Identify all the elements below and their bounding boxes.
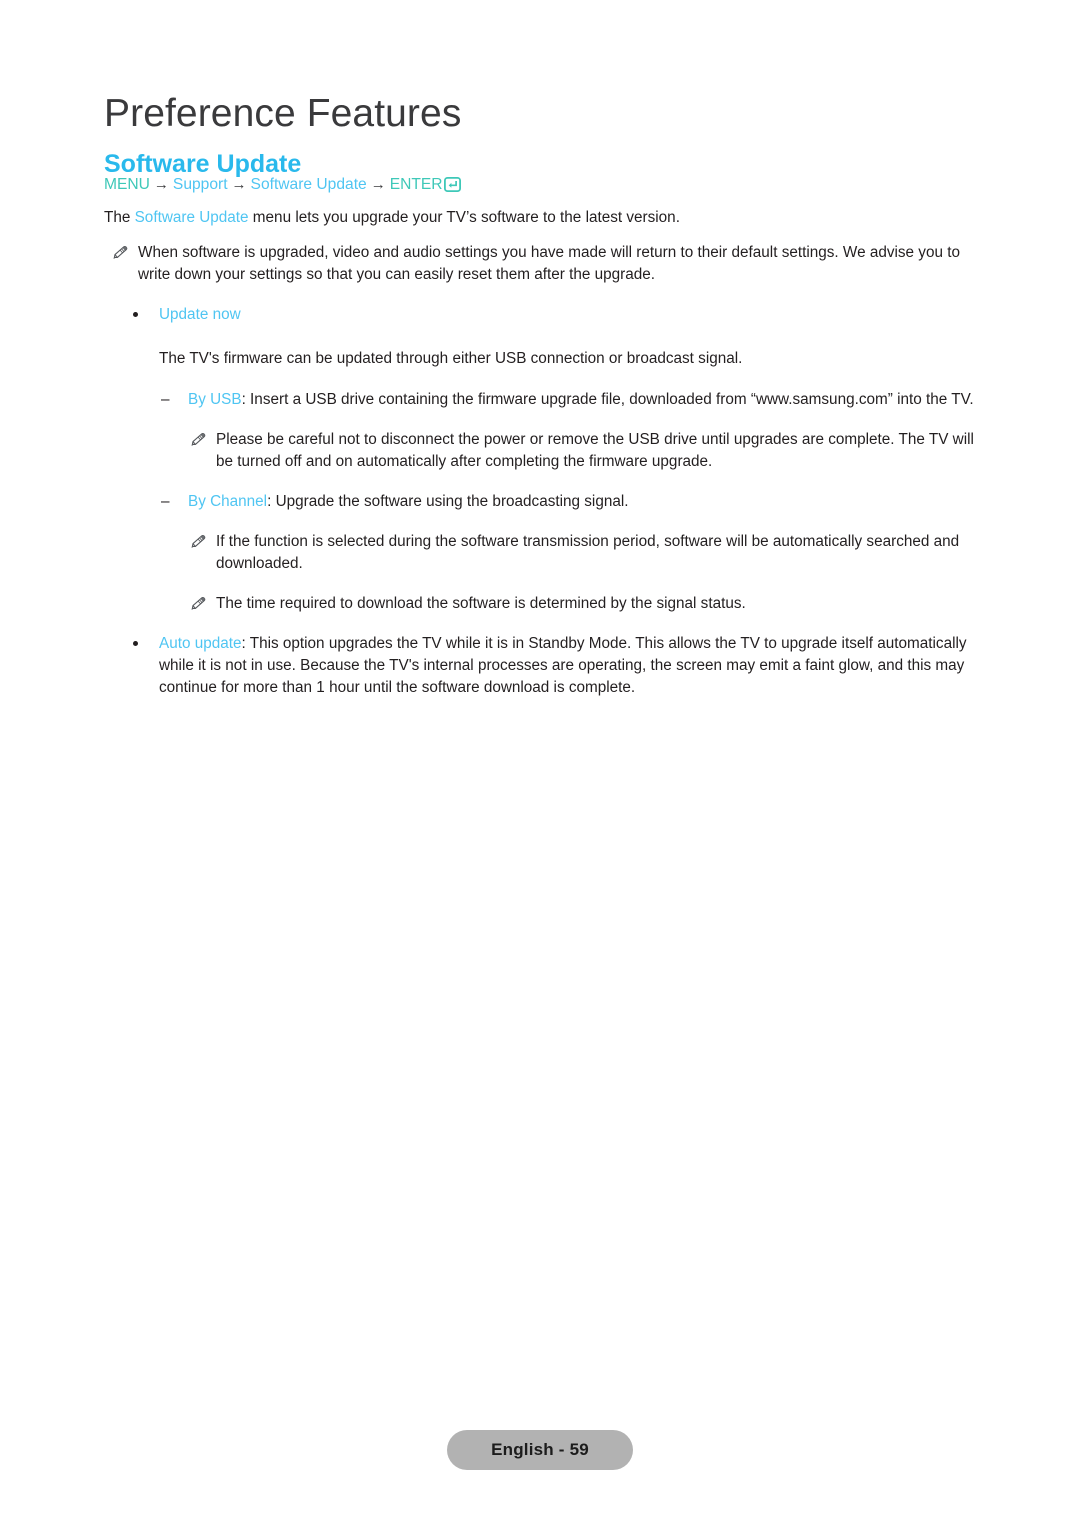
page-footer: English - 59 [0,1430,1080,1470]
page-content: MENU → Support → Software Update → ENTER The S… [0,174,1080,711]
intro-paragraph: The Software Update menu lets you upgrad… [104,207,970,229]
breadcrumb: MENU → Support → Software Update → ENTER [104,174,980,196]
bullet-dot-icon [133,312,138,317]
breadcrumb-support: Support [172,176,228,193]
auto-update-keyword: Auto update [159,635,242,652]
note-text: The time required to download the softwa… [216,595,746,612]
dash-by-usb: – By USB: Insert a USB drive containing … [158,389,980,411]
breadcrumb-arrow-2: → [231,176,247,193]
intro-after: menu lets you upgrade your TV’s software… [248,209,680,226]
update-now-label: Update now [159,306,241,323]
auto-update-text: : This option upgrades the TV while it i… [159,635,967,696]
note-transmission-period: If the function is selected during the s… [190,531,980,575]
note-text: If the function is selected during the s… [216,533,960,572]
by-usb-text: : Insert a USB drive containing the firm… [241,391,974,408]
note-usb-careful: Please be careful not to disconnect the … [190,429,980,473]
breadcrumb-menu: MENU [104,176,150,193]
breadcrumb-software-update: Software Update [250,176,367,193]
breadcrumb-arrow-1: → [153,176,169,193]
intro-keyword: Software Update [134,209,249,226]
note-time-required: The time required to download the softwa… [190,593,980,615]
by-usb-keyword: By USB [188,391,242,408]
bullet-auto-update: Auto update: This option upgrades the TV… [129,633,970,699]
bullet-update-now: Update now [129,304,970,326]
pencil-note-icon [190,534,208,549]
enter-key-icon [443,176,461,192]
by-channel-text: : Upgrade the software using the broadca… [267,493,629,510]
manual-page: Preference Features Software Update MENU… [0,0,1080,1519]
note-text: When software is upgraded, video and aud… [138,244,960,283]
note-upgrade-defaults: When software is upgraded, video and aud… [112,242,975,286]
page-number-badge: English - 59 [447,1430,633,1470]
breadcrumb-arrow-3: → [370,176,386,193]
update-now-description: The TV's firmware can be updated through… [159,350,743,367]
pencil-note-icon [190,596,208,611]
intro-before: The [104,209,135,226]
dash-marker-icon: – [161,391,170,408]
note-text: Please be careful not to disconnect the … [216,431,974,470]
pencil-note-icon [112,245,130,260]
dash-marker-icon: – [161,493,170,510]
bullet-dot-icon [133,641,138,646]
pencil-note-icon [190,432,208,447]
breadcrumb-enter: ENTER [389,176,443,193]
by-channel-keyword: By Channel [188,493,268,510]
dash-by-channel: – By Channel: Upgrade the software using… [158,491,980,513]
page-title: Preference Features [104,92,462,136]
